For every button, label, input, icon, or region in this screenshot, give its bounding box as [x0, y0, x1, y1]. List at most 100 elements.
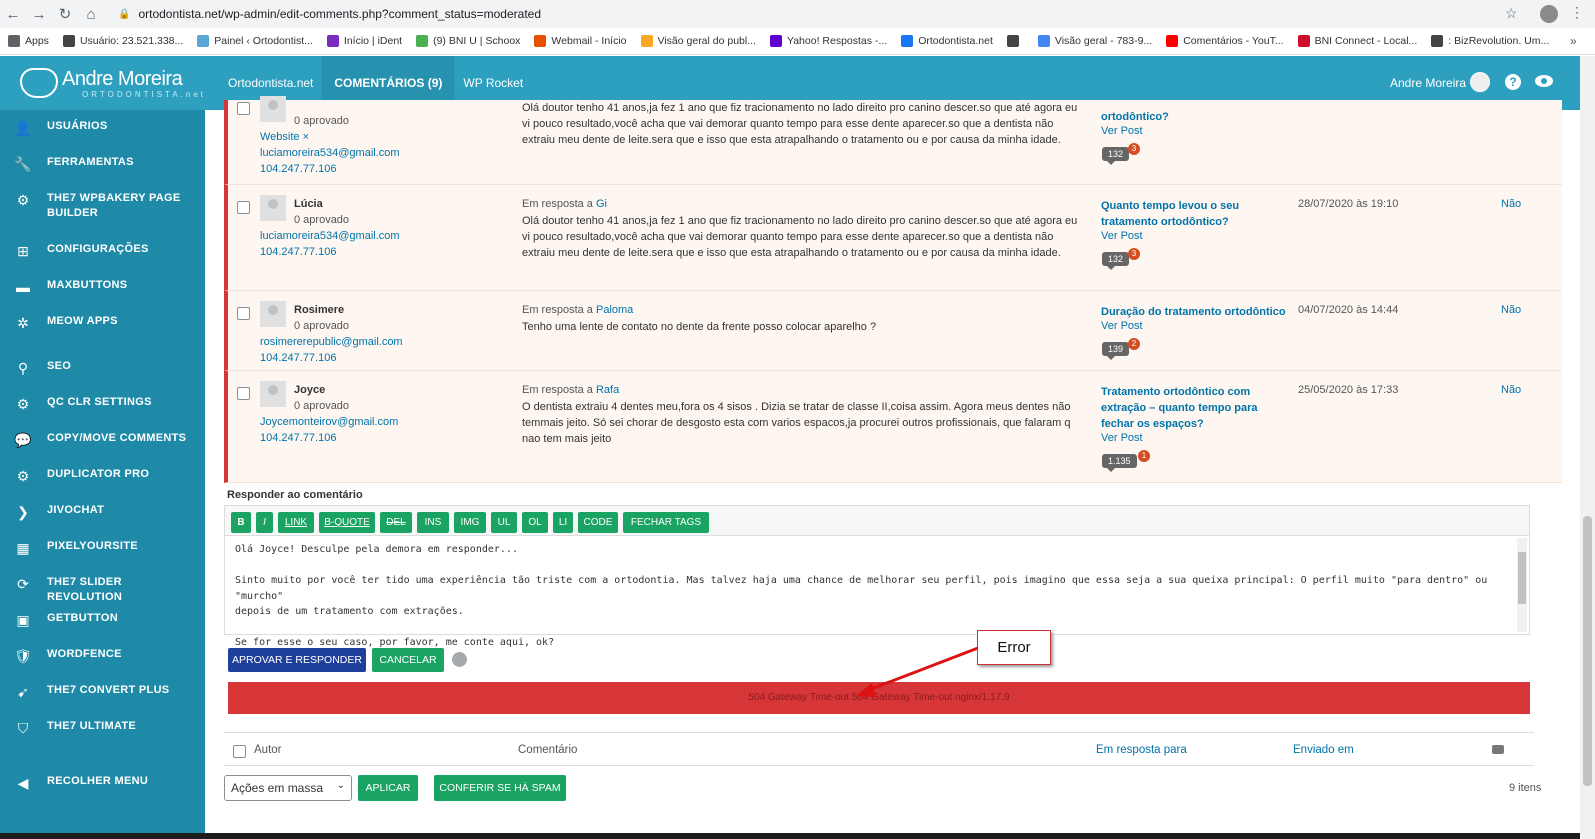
in-reply-author-link[interactable]: Gi	[596, 198, 607, 210]
reload-icon[interactable]: ↻	[52, 1, 78, 27]
view-post-link[interactable]: Ver Post	[1101, 432, 1143, 444]
page-scroll-thumb[interactable]	[1583, 516, 1592, 786]
comment-post-title[interactable]: ortodôntico?	[1101, 109, 1286, 125]
comment-approve-flag[interactable]: Não	[1501, 384, 1521, 396]
view-post-link[interactable]: Ver Post	[1101, 230, 1143, 242]
forward-icon[interactable]: →	[26, 1, 52, 27]
comment-post-title[interactable]: Quanto tempo levou o seu tratamento orto…	[1101, 198, 1286, 230]
bookmark-item[interactable]	[1006, 35, 1024, 47]
comment-count-bubble[interactable]: 132	[1102, 147, 1130, 165]
comment-approve-flag[interactable]: Não	[1501, 304, 1521, 316]
bookmark-item[interactable]: Yahoo! Respostas -...	[769, 35, 887, 47]
bookmarks-overflow-icon[interactable]: »	[1570, 34, 1577, 48]
comment-author-name[interactable]: Joyce	[294, 384, 325, 396]
home-icon[interactable]: ⌂	[78, 1, 104, 27]
comment-checkbox[interactable]	[237, 387, 250, 400]
profile-avatar[interactable]	[1540, 5, 1558, 23]
bookmark-item[interactable]: (9) BNI U | Schoox	[416, 35, 520, 47]
eye-icon[interactable]	[1535, 75, 1553, 87]
comment-author-website[interactable]: Website ×	[260, 131, 309, 143]
column-author[interactable]: Autor	[254, 744, 282, 756]
back-icon[interactable]: ←	[0, 1, 26, 27]
comment-count-bubble[interactable]: 132	[1102, 252, 1130, 270]
pending-count-badge[interactable]: 2	[1128, 338, 1140, 350]
sidebar-item-label: MAXBUTTONS	[47, 279, 128, 291]
bookmark-favicon-icon	[197, 35, 210, 47]
textarea-scrollbar[interactable]	[1517, 538, 1527, 632]
comment-author-email[interactable]: luciamoreira534@gmail.com	[260, 147, 400, 159]
comment-count-bubble[interactable]: 139	[1102, 342, 1130, 360]
bookmark-item[interactable]: : BizRevolution. Um...	[1431, 35, 1549, 47]
quicktag-button-ol[interactable]: OL	[522, 512, 548, 533]
column-date[interactable]: Enviado em	[1293, 744, 1354, 756]
column-in-response[interactable]: Em resposta para	[1096, 744, 1187, 756]
bookmark-item[interactable]: BNI Connect - Local...	[1297, 35, 1417, 47]
quicktag-button-code[interactable]: CODE	[578, 512, 618, 533]
bookmark-item[interactable]: Ortodontista.net	[901, 35, 993, 47]
sidebar-item-icon: 👤	[14, 119, 32, 136]
comment-post-title[interactable]: Duração do tratamento ortodôntico	[1101, 304, 1286, 320]
approve-reply-button[interactable]: APROVAR E RESPONDER	[228, 648, 366, 672]
view-post-link[interactable]: Ver Post	[1101, 125, 1143, 137]
comment-checkbox[interactable]	[237, 201, 250, 214]
comment-author-name[interactable]: Lúcia	[294, 198, 323, 210]
browser-menu-icon[interactable]: ⋮	[1570, 4, 1584, 21]
comment-author-ip[interactable]: 104.247.77.106	[260, 163, 336, 175]
comment-approve-flag[interactable]: Não	[1501, 198, 1521, 210]
page-scrollbar[interactable]	[1580, 56, 1595, 839]
bookmark-item[interactable]: Webmail - Início	[534, 35, 627, 47]
quicktag-button-img[interactable]: IMG	[454, 512, 486, 533]
quicktag-button-link[interactable]: LINK	[278, 512, 314, 533]
comment-author-ip[interactable]: 104.247.77.106	[260, 432, 336, 444]
check-spam-button[interactable]: CONFERIR SE HÁ SPAM	[434, 775, 566, 801]
quicktag-button-b[interactable]: B	[231, 512, 251, 533]
bookmark-item[interactable]: Apps	[8, 35, 49, 47]
comment-checkbox[interactable]	[237, 307, 250, 320]
select-all-checkbox[interactable]	[233, 745, 246, 758]
quicktag-button-ins[interactable]: INS	[417, 512, 449, 533]
comment-count-bubble[interactable]: 1.135	[1102, 454, 1137, 472]
comment-author-ip[interactable]: 104.247.77.106	[260, 352, 336, 364]
comment-author-name[interactable]: Rosimere	[294, 304, 344, 316]
bookmark-item[interactable]: Comentários - YouT...	[1166, 35, 1284, 47]
comment-post-title[interactable]: Tratamento ortodôntico com extração – qu…	[1101, 384, 1286, 432]
bookmark-item[interactable]: Visão geral - 783-9...	[1037, 35, 1152, 47]
pending-count-badge[interactable]: 3	[1128, 143, 1140, 155]
user-avatar[interactable]	[1470, 72, 1490, 92]
bookmark-label: Visão geral do publ...	[657, 35, 756, 47]
in-reply-author-link[interactable]: Paloma	[596, 304, 633, 316]
quicktag-button-b-quote[interactable]: B-QUOTE	[319, 512, 375, 533]
user-name[interactable]: Andre Moreira	[1390, 76, 1466, 90]
bookmark-label: Usuário: 23.521.338...	[79, 35, 184, 47]
in-reply-author-link[interactable]: Rafa	[596, 384, 619, 396]
heart-logo-icon	[20, 68, 58, 98]
view-post-link[interactable]: Ver Post	[1101, 320, 1143, 332]
pending-count-badge[interactable]: 1	[1138, 450, 1150, 462]
bookmark-star-icon[interactable]: ☆	[1505, 5, 1518, 22]
quicktag-button-i[interactable]: I	[256, 512, 273, 533]
quicktag-button-ul[interactable]: UL	[491, 512, 517, 533]
quicktag-button-li[interactable]: LI	[553, 512, 573, 533]
quicktag-button-del[interactable]: DEL	[380, 512, 412, 533]
textarea-scroll-thumb[interactable]	[1518, 552, 1526, 604]
site-logo[interactable]: Andre Moreira ORTODONTISTA.net	[18, 66, 203, 102]
comment-author-email[interactable]: luciamoreira534@gmail.com	[260, 230, 400, 242]
bookmark-item[interactable]: Usuário: 23.521.338...	[62, 35, 184, 47]
bulk-actions-select[interactable]: Ações em massa ⌄	[224, 775, 352, 801]
cancel-button[interactable]: CANCELAR	[372, 648, 444, 672]
bookmark-item[interactable]: Visão geral do publ...	[640, 35, 756, 47]
pending-count-badge[interactable]: 3	[1128, 248, 1140, 260]
quicktag-button-fechar-tags[interactable]: FECHAR TAGS	[623, 512, 709, 533]
bookmark-item[interactable]: Início | iDent	[326, 35, 402, 47]
bookmark-label: : BizRevolution. Um...	[1448, 35, 1550, 47]
address-bar[interactable]: 🔒 ortodontista.net/wp-admin/edit-comment…	[118, 4, 1518, 24]
comment-author-ip[interactable]: 104.247.77.106	[260, 246, 336, 258]
url-text: ortodontista.net/wp-admin/edit-comments.…	[138, 7, 541, 21]
comment-author-email[interactable]: rosimererepublic@gmail.com	[260, 336, 403, 348]
comment-author-email[interactable]: Joycemonteirov@gmail.com	[260, 416, 398, 428]
help-icon[interactable]: ?	[1505, 74, 1521, 90]
bookmark-item[interactable]: Painel ‹ Ortodontist...	[197, 35, 313, 47]
comment-checkbox[interactable]	[237, 102, 250, 115]
apply-button[interactable]: APLICAR	[358, 775, 418, 801]
reply-textarea[interactable]: Olá Joyce! Desculpe pela demora em respo…	[224, 535, 1530, 648]
